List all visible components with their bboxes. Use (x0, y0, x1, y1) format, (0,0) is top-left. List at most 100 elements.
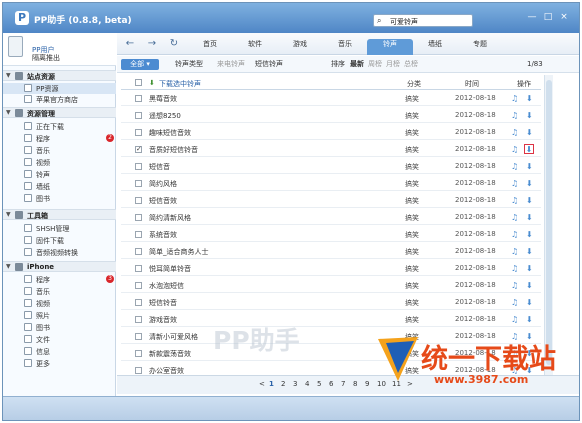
download-icon[interactable]: ⬇ (526, 196, 533, 205)
minimize-button[interactable]: — (525, 11, 539, 24)
sidebar-item-shsh[interactable]: SHSH管理 (3, 223, 116, 234)
sidebar-item-programs[interactable]: 程序 2 (3, 133, 116, 144)
page-5[interactable]: 5 (317, 380, 321, 388)
table-row[interactable]: 游戏音效 搞笑 2012-08-18 ♫ ⬇ (121, 312, 541, 327)
table-row[interactable]: 短信铃音 搞笑 2012-08-18 ♫ ⬇ (121, 295, 541, 310)
download-icon[interactable]: ⬇ (524, 144, 534, 154)
row-checkbox[interactable] (135, 145, 142, 153)
avatar[interactable] (8, 36, 23, 57)
page-4[interactable]: 4 (305, 380, 309, 388)
sort-total[interactable]: 总榜 (404, 59, 418, 70)
back-button[interactable]: ← (121, 37, 139, 51)
tab-software[interactable]: 软件 (232, 39, 278, 55)
page-9[interactable]: 9 (365, 380, 369, 388)
download-icon[interactable]: ⬇ (526, 213, 533, 222)
sidebar-item-downloading[interactable]: 正在下载 (3, 121, 116, 132)
sidebar-item-apple-store[interactable]: 苹果官方商店 (3, 94, 116, 105)
page-7[interactable]: 7 (341, 380, 345, 388)
maximize-button[interactable]: □ (541, 11, 555, 24)
sort-latest[interactable]: 最新 (350, 59, 364, 70)
page-2[interactable]: 2 (281, 380, 285, 388)
tab-games[interactable]: 游戏 (277, 39, 323, 55)
download-icon[interactable]: ⬇ (526, 230, 533, 239)
table-row[interactable]: 短信音 搞笑 2012-08-18 ♫ ⬇ (121, 159, 541, 174)
listen-icon[interactable]: ♫ (511, 111, 518, 120)
download-selected-link[interactable]: 下载选中铃声 (159, 79, 201, 89)
sort-weekly[interactable]: 周榜 (368, 59, 382, 70)
row-checkbox[interactable] (135, 231, 142, 238)
download-icon[interactable]: ⬇ (526, 111, 533, 120)
page-3[interactable]: 3 (293, 380, 297, 388)
tab-ringtones[interactable]: 铃声 (367, 39, 413, 55)
scroll-thumb[interactable] (546, 80, 552, 365)
sidebar-item-converter[interactable]: 音频视频转换 (3, 247, 116, 258)
table-row[interactable]: 遥想8250 搞笑 2012-08-18 ♫ ⬇ (121, 108, 541, 123)
sidebar-item-pp-resources[interactable]: PP资源 (3, 83, 116, 94)
sidebar-item-books[interactable]: 图书 (3, 193, 116, 204)
listen-icon[interactable]: ♫ (511, 281, 518, 290)
row-checkbox[interactable] (135, 333, 142, 340)
search-input[interactable]: ⌕ 可爱铃声 (373, 14, 473, 27)
row-checkbox[interactable] (135, 350, 142, 357)
sidebar-item-iphone-video[interactable]: 视频 (3, 298, 116, 309)
row-checkbox[interactable] (135, 95, 142, 102)
listen-icon[interactable]: ♫ (511, 213, 518, 222)
row-checkbox[interactable] (135, 367, 142, 374)
tab-music[interactable]: 音乐 (322, 39, 368, 55)
listen-icon[interactable]: ♫ (511, 145, 518, 154)
filter-ringtone-type[interactable]: 铃声类型 (175, 59, 203, 70)
download-icon[interactable]: ⬇ (526, 94, 533, 103)
table-row[interactable]: 音质好短信铃音 搞笑 2012-08-18 ♫ ⬇ (121, 142, 541, 157)
vertical-scrollbar[interactable] (544, 75, 553, 375)
listen-icon[interactable]: ♫ (511, 230, 518, 239)
sidebar-item-iphone-music[interactable]: 音乐 (3, 286, 116, 297)
forward-button[interactable]: → (143, 37, 161, 51)
sidebar-item-iphone-programs[interactable]: 程序 3 (3, 274, 116, 285)
row-checkbox[interactable] (135, 316, 142, 323)
group-resource-management[interactable]: ▼ 资源管理 (3, 107, 116, 118)
table-row[interactable]: 短信音效 搞笑 2012-08-18 ♫ ⬇ (121, 193, 541, 208)
download-icon[interactable]: ⬇ (526, 179, 533, 188)
download-selected-icon[interactable]: ⬇ (149, 79, 155, 87)
listen-icon[interactable]: ♫ (511, 247, 518, 256)
sidebar-item-firmware[interactable]: 固件下载 (3, 235, 116, 246)
listen-icon[interactable]: ♫ (511, 264, 518, 273)
filter-sms-ringtone[interactable]: 短信铃声 (255, 59, 283, 70)
page-8[interactable]: 8 (353, 380, 357, 388)
download-icon[interactable]: ⬇ (526, 162, 533, 171)
row-checkbox[interactable] (135, 180, 142, 187)
row-checkbox[interactable] (135, 197, 142, 204)
row-checkbox[interactable] (135, 282, 142, 289)
tab-wallpaper[interactable]: 墙纸 (412, 39, 458, 55)
table-row[interactable]: 黑莓音效 搞笑 2012-08-18 ♫ ⬇ (121, 91, 541, 106)
all-dropdown[interactable]: 全部 ▾ (121, 59, 159, 70)
tab-topics[interactable]: 专题 (457, 39, 503, 55)
download-icon[interactable]: ⬇ (526, 247, 533, 256)
sidebar-item-iphone-more[interactable]: 更多 (3, 358, 116, 369)
group-site-resources[interactable]: ▼ 站点资源 (3, 70, 116, 81)
listen-icon[interactable]: ♫ (511, 315, 518, 324)
table-row[interactable]: 简约风格 搞笑 2012-08-18 ♫ ⬇ (121, 176, 541, 191)
prev-page-button[interactable]: < (259, 380, 265, 388)
sidebar-item-video[interactable]: 视频 (3, 157, 116, 168)
row-checkbox[interactable] (135, 129, 142, 136)
sidebar-item-wallpaper[interactable]: 墙纸 (3, 181, 116, 192)
download-icon[interactable]: ⬇ (526, 315, 533, 324)
listen-icon[interactable]: ♫ (511, 298, 518, 307)
filter-call-ringtone[interactable]: 来电铃声 (217, 59, 245, 70)
table-row[interactable]: 趣味短信音效 搞笑 2012-08-18 ♫ ⬇ (121, 125, 541, 140)
download-icon[interactable]: ⬇ (526, 298, 533, 307)
table-row[interactable]: 系统音效 搞笑 2012-08-18 ♫ ⬇ (121, 227, 541, 242)
page-1[interactable]: 1 (269, 380, 274, 388)
sidebar-item-ringtones[interactable]: 铃声 (3, 169, 116, 180)
download-icon[interactable]: ⬇ (526, 128, 533, 137)
row-checkbox[interactable] (135, 214, 142, 221)
sidebar-item-iphone-messages[interactable]: 信息 (3, 346, 116, 357)
listen-icon[interactable]: ♫ (511, 196, 518, 205)
sidebar-item-iphone-files[interactable]: 文件 (3, 334, 116, 345)
table-row[interactable]: 简单_适合商务人士 搞笑 2012-08-18 ♫ ⬇ (121, 244, 541, 259)
row-checkbox[interactable] (135, 163, 142, 170)
sidebar-item-iphone-photos[interactable]: 照片 (3, 310, 116, 321)
download-icon[interactable]: ⬇ (526, 264, 533, 273)
listen-icon[interactable]: ♫ (511, 94, 518, 103)
